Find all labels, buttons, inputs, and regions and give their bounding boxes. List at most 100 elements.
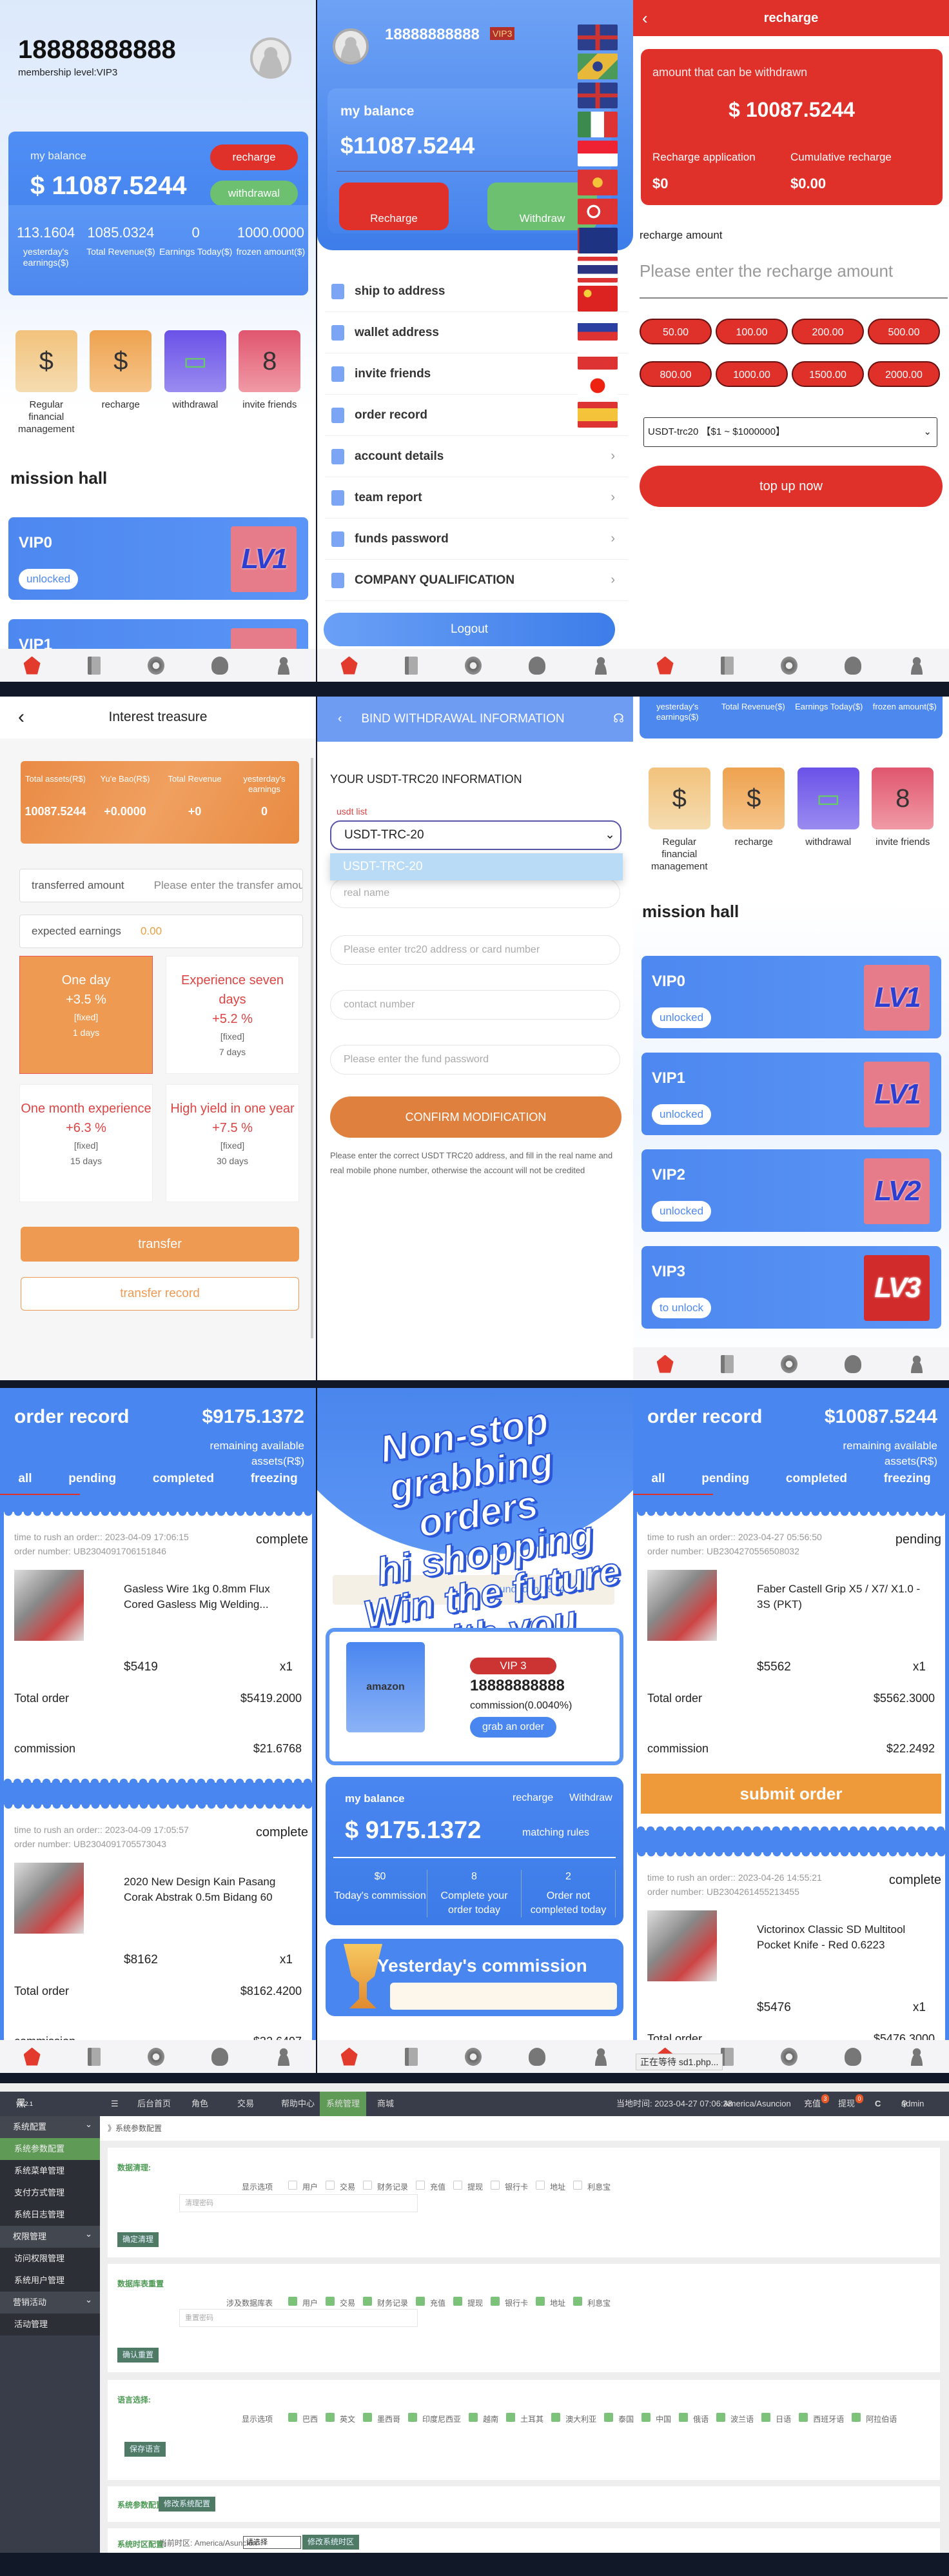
channel-select[interactable]: USDT-trc20 【$1 ~ $1000000】 ⌄ xyxy=(643,417,937,447)
checkbox-option[interactable]: 泰国 xyxy=(596,2413,634,2424)
nav-icon[interactable] xyxy=(592,656,610,675)
checkbox[interactable] xyxy=(573,2297,583,2306)
order-tab[interactable]: completed xyxy=(153,1472,214,1486)
back-icon[interactable]: ‹ xyxy=(18,697,24,738)
matching-rules-link[interactable]: matching rules xyxy=(522,1827,589,1839)
transfer-amount-input[interactable]: transferred amount Please enter the trans… xyxy=(19,869,303,902)
amount-option[interactable]: 200.00 xyxy=(792,319,864,344)
checkbox-option[interactable]: 财务记录 xyxy=(355,2181,408,2192)
amount-option[interactable]: 1000.00 xyxy=(716,361,788,387)
avatar[interactable] xyxy=(250,37,291,79)
order-card[interactable]: time to rush an order:: 2023-04-27 05:56… xyxy=(637,1512,945,1830)
shortcut-item[interactable]: ▭ withdrawal xyxy=(793,768,864,873)
checkbox-option[interactable]: 充值 xyxy=(408,2181,445,2192)
checkbox[interactable] xyxy=(761,2413,771,2422)
checkbox-option[interactable]: 中国 xyxy=(634,2413,671,2424)
checkbox-option[interactable]: 地址 xyxy=(528,2181,565,2192)
support-icon[interactable]: ☊ xyxy=(613,697,624,742)
checkbox[interactable] xyxy=(551,2413,561,2422)
shortcut-item[interactable]: $ Regular financial management xyxy=(11,330,82,435)
vip-status[interactable]: unlocked xyxy=(19,569,79,590)
checkbox-option[interactable]: 利息宝 xyxy=(565,2297,611,2308)
checkbox[interactable] xyxy=(408,2413,418,2422)
nav-icon[interactable] xyxy=(23,656,41,675)
checkbox[interactable] xyxy=(363,2297,373,2306)
vip-card[interactable]: VIP2 unlocked LV2 xyxy=(641,1149,941,1232)
nav-icon[interactable] xyxy=(147,656,164,675)
nav-icon[interactable] xyxy=(908,656,926,675)
admin-user-menu[interactable]: ⚲ admin ^ xyxy=(901,2092,924,2116)
nav-icon[interactable] xyxy=(340,2047,358,2066)
shortcut-item[interactable]: $ recharge xyxy=(718,768,789,873)
nav-icon[interactable] xyxy=(656,656,674,675)
timezone-select[interactable]: 请选择 xyxy=(243,2536,301,2549)
shortcut-item[interactable]: 8 invite friends xyxy=(867,768,938,873)
address-input[interactable]: Please enter trc20 address or card numbe… xyxy=(330,935,620,965)
nav-icon[interactable] xyxy=(211,656,229,675)
shortcut-item[interactable]: $ Regular financial management xyxy=(644,768,715,873)
checkbox[interactable] xyxy=(716,2413,726,2422)
checkbox-option[interactable]: 交易 xyxy=(318,2297,355,2308)
checkbox-option[interactable]: 巴西 xyxy=(280,2413,318,2424)
flag-icon[interactable] xyxy=(578,141,618,166)
usdt-select[interactable]: USDT-TRC-20 ⌄ xyxy=(330,820,621,850)
fund-password-input[interactable]: Please enter the fund password xyxy=(330,1045,620,1075)
nav-icon[interactable] xyxy=(87,2047,101,2066)
order-tab[interactable]: freezing xyxy=(884,1472,931,1486)
flag-icon[interactable] xyxy=(578,373,618,399)
sidebar-item[interactable]: 系统参数配置 xyxy=(0,2138,100,2160)
nav-icon[interactable] xyxy=(211,2047,229,2066)
confirm-reset-button[interactable]: 确认重置 xyxy=(117,2348,159,2363)
checkbox-option[interactable]: 利息宝 xyxy=(565,2181,611,2192)
refresh-icon[interactable]: C xyxy=(875,2092,881,2116)
vip-status[interactable]: unlocked xyxy=(652,1007,712,1028)
order-tab[interactable]: pending xyxy=(701,1472,749,1486)
confirm-clean-button[interactable]: 确定清理 xyxy=(117,2232,159,2247)
menu-item[interactable]: funds password › xyxy=(325,519,628,560)
nav-icon[interactable] xyxy=(845,2047,862,2066)
checkbox-option[interactable]: 墨西哥 xyxy=(355,2413,400,2424)
amount-option[interactable]: 50.00 xyxy=(640,319,712,344)
plan-option[interactable]: Experience seven days +5.2 % [fixed] 7 days xyxy=(166,956,299,1074)
withdraw-link[interactable]: Withdraw xyxy=(569,1792,612,1804)
clean-password-input[interactable]: 清理密码 xyxy=(179,2194,418,2212)
contact-input[interactable]: contact number xyxy=(330,990,620,1020)
sidebar-item[interactable]: 系统日志管理 xyxy=(0,2204,100,2226)
nav-icon[interactable] xyxy=(404,656,418,675)
vip-card[interactable]: VIP3 to unlock LV3 xyxy=(641,1246,941,1329)
back-icon[interactable]: ‹ xyxy=(338,712,342,726)
sidebar-item[interactable]: 访问权限管理 xyxy=(0,2248,100,2270)
menu-toggle-icon[interactable]: ☰ xyxy=(111,2092,119,2116)
flag-icon[interactable] xyxy=(578,228,618,253)
checkbox[interactable] xyxy=(416,2297,426,2306)
checkbox[interactable] xyxy=(604,2413,614,2422)
flag-icon[interactable] xyxy=(578,286,618,312)
checkbox[interactable] xyxy=(852,2413,861,2422)
checkbox[interactable] xyxy=(416,2181,426,2190)
amount-option[interactable]: 500.00 xyxy=(868,319,940,344)
checkbox-option[interactable]: 银行卡 xyxy=(483,2297,528,2308)
checkbox-option[interactable]: 越南 xyxy=(461,2413,498,2424)
nav-icon[interactable] xyxy=(845,656,862,675)
recharge-button[interactable]: recharge xyxy=(210,144,298,170)
checkbox-option[interactable]: 充值 xyxy=(408,2297,445,2308)
plan-option[interactable]: One day +3.5 % [fixed] 1 days xyxy=(19,956,153,1074)
logout-button[interactable]: Logout xyxy=(324,613,615,646)
save-language-button[interactable]: 保存语言 xyxy=(124,2442,166,2457)
checkbox[interactable] xyxy=(573,2181,583,2190)
real-name-input[interactable]: real name xyxy=(330,878,620,908)
amount-option[interactable]: 800.00 xyxy=(640,361,712,387)
flag-icon[interactable] xyxy=(578,199,618,224)
nav-help[interactable]: 帮助中心 xyxy=(281,2092,315,2116)
checkbox[interactable] xyxy=(288,2413,297,2422)
checkbox-option[interactable]: 地址 xyxy=(528,2297,565,2308)
checkbox[interactable] xyxy=(288,2297,297,2306)
scrollbar[interactable] xyxy=(311,758,313,1338)
checkbox[interactable] xyxy=(536,2297,545,2306)
nav-icon[interactable] xyxy=(720,656,734,675)
checkbox[interactable] xyxy=(453,2297,463,2306)
checkbox[interactable] xyxy=(326,2413,335,2422)
nav-icon[interactable] xyxy=(275,2047,293,2066)
order-card[interactable]: time to rush an order:: 2023-04-09 17:06… xyxy=(4,1512,312,1783)
nav-icon[interactable] xyxy=(908,2047,926,2066)
